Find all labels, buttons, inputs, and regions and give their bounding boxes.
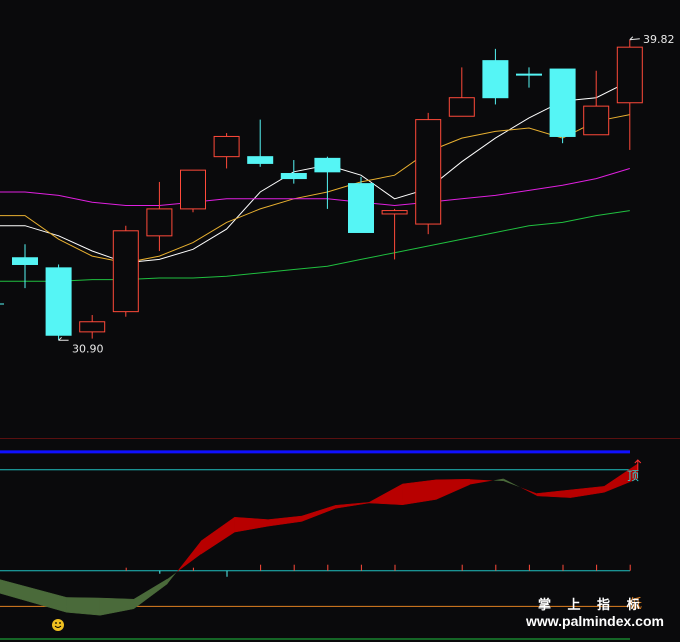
ribbon-segment [234, 516, 269, 533]
ribbon-segment [66, 597, 101, 616]
ma-line-2 [0, 114, 630, 264]
ribbon-segment [267, 515, 303, 527]
ribbon-segment [0, 579, 67, 613]
candle [549, 68, 576, 144]
max-price-label: 39.82 [643, 33, 675, 46]
candle [146, 181, 173, 252]
candle [213, 133, 240, 169]
ribbon-segment [402, 479, 437, 506]
candle [280, 160, 307, 184]
ribbon-segment [133, 578, 168, 610]
candle [79, 315, 106, 339]
price-panel [0, 36, 643, 341]
candle [616, 39, 643, 150]
smiley-icon [52, 619, 64, 631]
candle [180, 169, 206, 213]
chart-canvas: 39.82 30.90 顶 低 掌 上 指 标 www.palmindex.co… [0, 33, 680, 640]
ribbon-segment [99, 597, 135, 616]
candle [415, 112, 442, 235]
ribbon-segment [536, 489, 571, 498]
min-price-label: 30.90 [72, 342, 104, 355]
watermark-text: 掌 上 指 标 [538, 597, 646, 613]
ribbon-segment [570, 486, 605, 498]
candle [112, 225, 139, 317]
ribbon-segment [301, 505, 336, 522]
ribbon-segment [335, 502, 370, 509]
min-arrow [58, 336, 69, 341]
candle [348, 176, 374, 233]
ribbon-segment [368, 483, 403, 506]
ribbon-segment [493, 478, 504, 481]
ribbon-segment [469, 479, 494, 485]
ribbon-segment [503, 478, 521, 488]
ribbon-segment [520, 487, 537, 496]
ribbon-segment [167, 572, 177, 584]
ribbon-segment [200, 516, 235, 555]
ma-line-3 [0, 168, 630, 207]
max-arrow [629, 36, 640, 41]
top-signal-label: 顶 [627, 469, 639, 483]
candle [247, 119, 274, 167]
candle [448, 67, 475, 117]
ribbon-segment [435, 478, 471, 500]
candle [45, 264, 72, 341]
candle [381, 208, 408, 260]
candle [583, 70, 610, 136]
ma-line-4 [0, 210, 630, 282]
candle [516, 67, 542, 88]
candle [482, 48, 509, 105]
site-watermark: www.palmindex.com [525, 613, 664, 629]
ribbon-segment [176, 541, 201, 573]
candle [314, 156, 341, 209]
